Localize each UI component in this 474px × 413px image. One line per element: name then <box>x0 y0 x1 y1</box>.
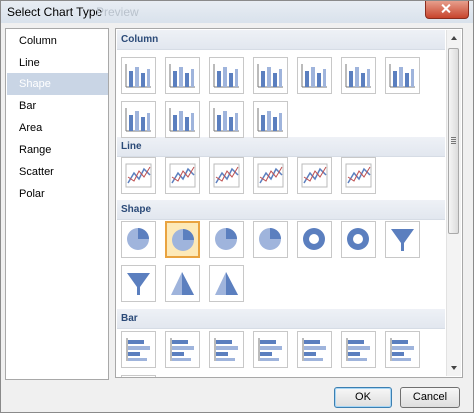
chart-subtype-tile[interactable] <box>209 221 244 258</box>
chart-type-label: Column <box>19 35 57 47</box>
close-icon[interactable] <box>425 1 469 19</box>
ok-button[interactable]: OK <box>334 387 392 408</box>
chart-subtype-tile[interactable] <box>165 221 200 258</box>
chart-subtype-tile[interactable] <box>297 157 332 194</box>
group-header-line: Line <box>117 137 445 157</box>
chart-subtype-tile[interactable] <box>209 331 244 368</box>
chart-type-item-column[interactable]: Column <box>7 30 108 52</box>
chart-subtype-tile[interactable] <box>341 331 376 368</box>
cancel-button[interactable]: Cancel <box>400 387 460 408</box>
chart-type-label: Polar <box>19 188 45 200</box>
chart-subtype-tile[interactable] <box>341 221 376 258</box>
chart-subtype-tile[interactable] <box>121 331 156 368</box>
scroll-down-icon[interactable] <box>448 360 460 376</box>
chart-subtype-tile[interactable] <box>385 331 420 368</box>
chart-subtype-tile[interactable] <box>165 101 200 138</box>
chart-type-item-polar[interactable]: Polar <box>7 183 108 205</box>
chart-subtype-tile[interactable] <box>385 221 420 258</box>
chart-type-item-range[interactable]: Range <box>7 139 108 161</box>
chart-subtype-tile[interactable] <box>165 57 200 94</box>
chart-type-label: Range <box>19 144 52 156</box>
chart-subtype-tile[interactable] <box>121 101 156 138</box>
chart-type-label: Scatter <box>19 166 54 178</box>
chart-type-item-bar[interactable]: Bar <box>7 95 108 117</box>
window-title: Select Chart Type <box>7 5 103 19</box>
chart-subtype-tile[interactable] <box>297 57 332 94</box>
chart-subtype-tile[interactable] <box>209 157 244 194</box>
chart-type-item-line[interactable]: Line <box>7 52 108 74</box>
group-header-shape: Shape <box>117 200 445 220</box>
chart-subtype-tile[interactable] <box>297 221 332 258</box>
chart-type-label: Line <box>19 57 40 69</box>
chart-type-item-area[interactable]: Area <box>7 117 108 139</box>
chart-subtype-tile[interactable] <box>253 157 288 194</box>
gallery-scrollbar[interactable] <box>446 30 461 376</box>
chart-subtype-tile[interactable] <box>341 57 376 94</box>
chart-type-item-shape[interactable]: Shape <box>7 73 108 95</box>
chart-subtype-tile[interactable] <box>165 265 200 302</box>
chart-subtype-tile[interactable] <box>385 57 420 94</box>
chart-subtype-tile[interactable] <box>209 101 244 138</box>
group-header-bar: Bar <box>117 309 445 329</box>
chart-type-label: Bar <box>19 100 37 112</box>
chart-subtype-tile[interactable] <box>165 157 200 194</box>
chart-gallery: Column Line Shape Bar <box>116 29 446 377</box>
chart-subtype-tile[interactable] <box>253 331 288 368</box>
chart-subtype-tile[interactable] <box>121 265 156 302</box>
chart-subtype-tile[interactable] <box>297 331 332 368</box>
chart-subtype-tile[interactable] <box>121 221 156 258</box>
chart-type-item-scatter[interactable]: Scatter <box>7 161 108 183</box>
title-bar: Select Chart Type Preview <box>1 1 473 23</box>
chart-type-label: Area <box>19 122 43 134</box>
chart-type-list: Column Line Shape Bar Area Range Scatter… <box>5 28 109 380</box>
scroll-thumb[interactable] <box>448 48 459 234</box>
chart-type-label: Shape <box>19 78 51 90</box>
chart-subtype-tile[interactable] <box>253 101 288 138</box>
chart-subtype-tile[interactable] <box>165 331 200 368</box>
chart-subtype-tile[interactable] <box>253 57 288 94</box>
chart-subtype-tile[interactable] <box>209 57 244 94</box>
group-header-column: Column <box>117 30 445 50</box>
chart-subtype-tile[interactable] <box>121 157 156 194</box>
chart-subtype-tile[interactable] <box>209 265 244 302</box>
background-window-title: Preview <box>96 5 139 19</box>
chart-subtype-tile[interactable] <box>341 157 376 194</box>
select-chart-type-dialog: Select Chart Type Preview Column Line Sh… <box>0 0 474 413</box>
chart-subtype-tile[interactable] <box>121 375 156 377</box>
chart-gallery-panel: Column Line Shape Bar <box>115 28 463 378</box>
scroll-up-icon[interactable] <box>448 30 460 46</box>
chart-subtype-tile[interactable] <box>121 57 156 94</box>
chart-subtype-tile[interactable] <box>253 221 288 258</box>
